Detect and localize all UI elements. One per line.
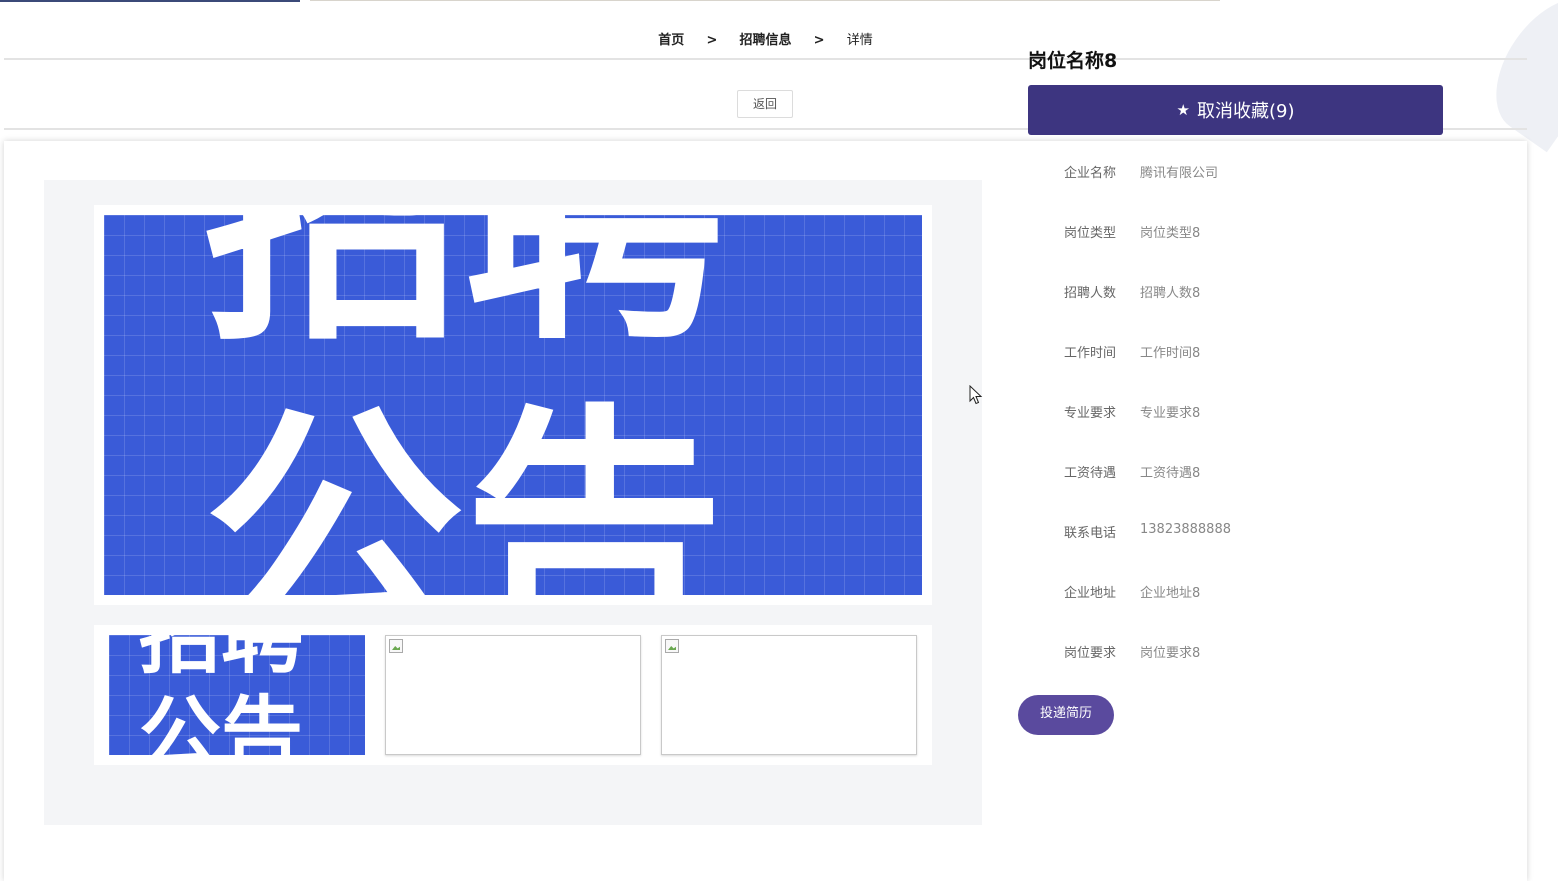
broken-image-icon <box>665 639 679 653</box>
breadcrumb-separator: > <box>813 33 825 48</box>
star-icon: ★ <box>1176 101 1190 119</box>
breadcrumb-recruitment[interactable]: 招聘信息 <box>739 32 791 50</box>
field-row: 联系电话 13823888888 <box>1064 522 1444 582</box>
job-fields: 企业名称 腾讯有限公司 岗位类型 岗位类型8 招聘人数 招聘人数8 工作时间 工作时间8… <box>1064 162 1444 702</box>
breadcrumb-separator: > <box>706 33 718 48</box>
field-value: 招聘人数8 <box>1140 286 1201 301</box>
thumb-poster-line-1: 招聘 <box>139 635 304 685</box>
field-label: 岗位要求 <box>1064 646 1117 661</box>
field-label: 联系电话 <box>1064 526 1117 541</box>
thumbnail-2[interactable] <box>385 635 641 755</box>
image-gallery: 招聘 公告 招聘 公告 <box>44 180 982 825</box>
field-value: 腾讯有限公司 <box>1140 166 1219 181</box>
field-row: 岗位类型 岗位类型8 <box>1064 222 1444 282</box>
field-label: 企业地址 <box>1064 586 1117 601</box>
thumbnail-strip: 招聘 公告 <box>94 625 932 765</box>
field-row: 招聘人数 招聘人数8 <box>1064 282 1444 342</box>
mouse-cursor-icon <box>969 385 983 405</box>
unfavorite-button[interactable]: ★ 取消收藏(9) <box>1028 85 1443 135</box>
main-poster-image[interactable]: 招聘 公告 <box>104 215 922 595</box>
field-label: 工资待遇 <box>1064 466 1117 481</box>
broken-image-icon <box>389 639 403 653</box>
field-row: 岗位要求 岗位要求8 <box>1064 642 1444 702</box>
back-button[interactable]: 返回 <box>737 90 793 118</box>
breadcrumb-current: 详情 <box>846 33 873 48</box>
field-label: 招聘人数 <box>1064 286 1117 301</box>
field-row: 企业名称 腾讯有限公司 <box>1064 162 1444 222</box>
field-value: 岗位要求8 <box>1140 646 1201 661</box>
field-value: 工作时间8 <box>1140 346 1201 361</box>
job-info-panel: 岗位名称8 ★ 取消收藏(9) 企业名称 腾讯有限公司 岗位类型 岗位类型8 招聘人… <box>1028 48 1443 661</box>
field-label: 专业要求 <box>1064 406 1117 421</box>
breadcrumb-home[interactable]: 首页 <box>658 32 684 50</box>
field-row: 工资待遇 工资待遇8 <box>1064 462 1444 522</box>
field-label: 岗位类型 <box>1064 226 1117 241</box>
poster-line-1: 招聘 <box>204 215 724 376</box>
job-title: 岗位名称8 <box>1028 50 1118 72</box>
field-value: 企业地址8 <box>1140 586 1201 601</box>
field-row: 专业要求 专业要求8 <box>1064 402 1444 462</box>
thumbnail-3[interactable] <box>661 635 917 755</box>
thumbnail-1[interactable]: 招聘 公告 <box>109 635 365 755</box>
field-value: 工资待遇8 <box>1140 466 1201 481</box>
main-image-frame: 招聘 公告 <box>94 205 932 605</box>
field-value: 专业要求8 <box>1140 406 1201 421</box>
field-label: 企业名称 <box>1064 166 1117 181</box>
top-strip <box>0 0 1220 2</box>
field-label: 工作时间 <box>1064 346 1117 361</box>
unfavorite-label: 取消收藏(9) <box>1196 101 1295 122</box>
submit-resume-button[interactable]: 投递简历 <box>1018 695 1114 735</box>
poster-line-2: 公告 <box>204 384 724 595</box>
field-value: 13823888888 <box>1140 522 1231 537</box>
field-value: 岗位类型8 <box>1140 226 1201 241</box>
field-row: 企业地址 企业地址8 <box>1064 582 1444 642</box>
field-row: 工作时间 工作时间8 <box>1064 342 1444 402</box>
thumb-poster-line-2: 公告 <box>139 688 304 756</box>
